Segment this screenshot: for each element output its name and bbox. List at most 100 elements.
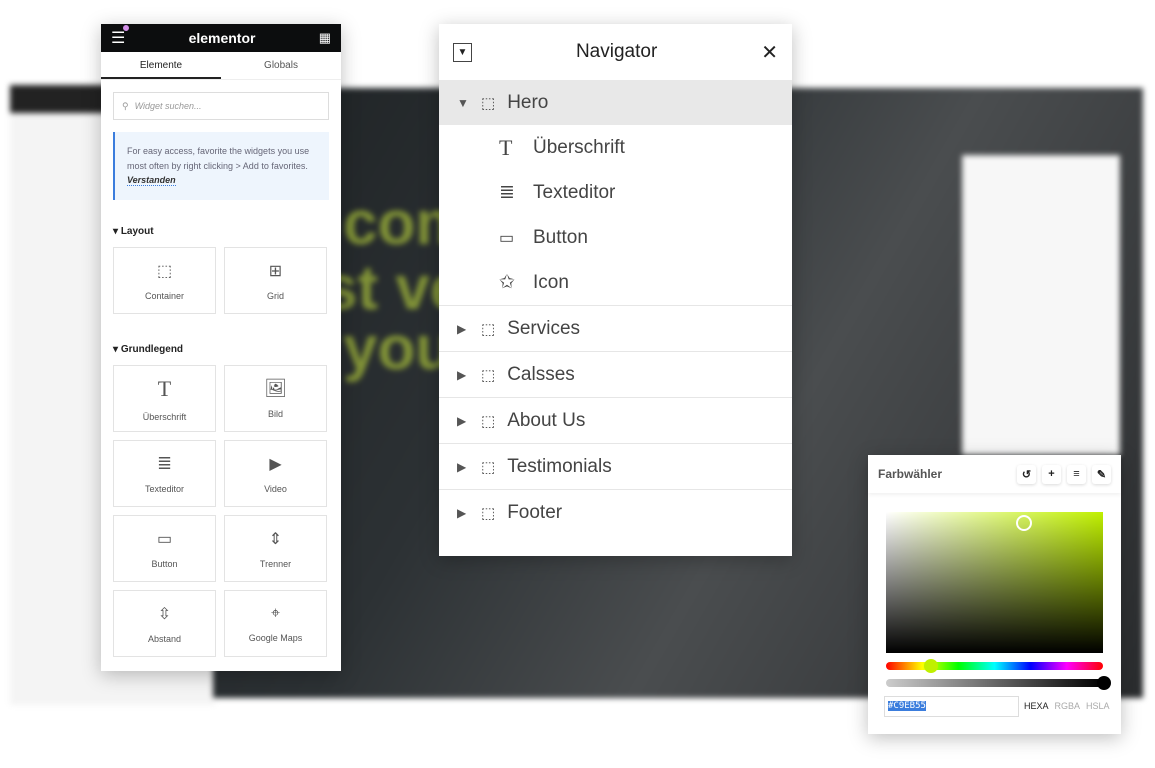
panel-header: ☰ elementor ▦: [101, 24, 341, 52]
widget-spacer[interactable]: ⇳ Abstand: [113, 590, 216, 657]
apps-grid-icon[interactable]: ▦: [319, 30, 331, 46]
hero-text: you: [343, 314, 454, 383]
reset-icon[interactable]: ↺: [1017, 465, 1036, 484]
caret-right-icon[interactable]: ▶: [457, 460, 469, 474]
nav-item-label: Überschrift: [533, 136, 625, 158]
widget-container[interactable]: ⬚ Container: [113, 247, 216, 314]
container-icon: ⬚: [481, 94, 496, 112]
container-icon: ⬚: [481, 320, 496, 338]
widget-label: Container: [144, 290, 185, 301]
widget-text-editor[interactable]: ≣ Texteditor: [113, 440, 216, 507]
widget-button[interactable]: ▭ Button: [113, 515, 216, 582]
section-layout[interactable]: ▾ Layout: [113, 226, 329, 237]
text-editor-icon: ≣: [499, 182, 515, 203]
tip-text: For easy access, favorite the widgets yo…: [127, 146, 310, 171]
divider-icon: ⇕: [268, 530, 283, 548]
notification-dot: [123, 25, 129, 31]
tab-elemente[interactable]: Elemente: [101, 52, 221, 79]
section-title: Layout: [120, 226, 154, 237]
widget-label: Grid: [266, 290, 284, 301]
hue-slider[interactable]: [886, 659, 1103, 673]
nav-item-hero[interactable]: ▼ ⬚ Hero: [439, 80, 792, 125]
widget-video[interactable]: ▶ Video: [224, 440, 327, 507]
container-icon: ⬚: [481, 505, 496, 522]
widget-label: Abstand: [147, 633, 182, 644]
grid-icon: ⊞: [268, 262, 283, 280]
section-grundlegend[interactable]: ▾ Grundlegend: [113, 344, 329, 355]
caret-right-icon[interactable]: ▶: [457, 506, 469, 520]
saturation-handle[interactable]: [1016, 515, 1032, 531]
caret-right-icon[interactable]: ▶: [457, 414, 469, 428]
widget-image[interactable]: 🖼 Bild: [224, 365, 327, 432]
hex-input[interactable]: #C9EB55: [884, 696, 1019, 717]
search-placeholder: Widget suchen...: [134, 101, 202, 111]
nav-item-heading[interactable]: T Überschrift: [439, 125, 792, 170]
widget-heading[interactable]: T Überschrift: [113, 365, 216, 432]
image-icon: 🖼: [264, 378, 287, 398]
caret-right-icon[interactable]: ▶: [457, 368, 469, 382]
elements-panel: ☰ elementor ▦ Elemente Globals ⚲ Widget …: [101, 24, 341, 671]
widget-google-maps[interactable]: ⌖ Google Maps: [224, 590, 327, 657]
widget-label: Video: [264, 483, 287, 494]
widget-label: Bild: [267, 409, 283, 419]
section-title: Grundlegend: [120, 344, 184, 355]
container-icon: ⬚: [156, 262, 173, 280]
widget-search-input[interactable]: ⚲ Widget suchen...: [113, 92, 329, 120]
dismiss-tip-link[interactable]: Verstanden: [127, 175, 176, 186]
mode-rgba[interactable]: RGBA: [1055, 701, 1081, 711]
navigator-panel: ▼ Navigator ✕ ▼ ⬚ Hero T Überschrift ≣ Tex…: [439, 24, 792, 556]
button-icon: ▭: [156, 530, 173, 548]
nav-item-icon[interactable]: ✩ Icon: [439, 260, 792, 306]
alpha-slider[interactable]: [886, 676, 1111, 690]
favorites-tip: For easy access, favorite the widgets yo…: [113, 132, 329, 200]
tab-globals[interactable]: Globals: [221, 52, 341, 79]
menu-icon[interactable]: ☰: [111, 28, 125, 48]
spacer-icon: ⇳: [157, 605, 172, 623]
nav-item-label: Calsses: [507, 363, 575, 385]
saturation-area[interactable]: [886, 512, 1103, 653]
add-icon[interactable]: +: [1042, 465, 1061, 484]
global-colors-icon[interactable]: ≡: [1067, 465, 1086, 484]
nav-item-label: Texteditor: [533, 181, 616, 203]
caret-right-icon[interactable]: ▶: [457, 322, 469, 336]
nav-item-section[interactable]: ▶ ⬚ Footer: [439, 490, 792, 536]
map-icon: ⌖: [270, 604, 280, 622]
nav-item-label: Hero: [507, 91, 549, 113]
nav-item-label: Services: [507, 317, 581, 339]
logo: elementor: [188, 30, 256, 46]
widget-label: Trenner: [259, 558, 292, 569]
hue-handle[interactable]: [924, 659, 938, 673]
nav-item-label: About Us: [507, 409, 586, 431]
eyedropper-icon[interactable]: ✎: [1092, 465, 1111, 484]
mode-hexa[interactable]: HEXA: [1024, 701, 1049, 711]
collapse-all-icon[interactable]: ▼: [453, 42, 472, 62]
navigator-title: Navigator: [575, 41, 658, 62]
search-icon: ⚲: [122, 100, 129, 111]
nav-item-section[interactable]: ▶ ⬚ About Us: [439, 398, 792, 444]
heading-icon: T: [499, 134, 513, 160]
hex-value: #C9EB55: [888, 701, 926, 711]
widget-label: Überschrift: [142, 411, 187, 422]
nav-item-label: Button: [533, 226, 588, 248]
nav-item-button[interactable]: ▭ Button: [439, 215, 792, 260]
container-icon: ⬚: [481, 412, 496, 430]
widget-divider[interactable]: ⇕ Trenner: [224, 515, 327, 582]
caret-down-icon[interactable]: ▼: [457, 96, 469, 110]
nav-item-text-editor[interactable]: ≣ Texteditor: [439, 170, 792, 215]
widget-label: Texteditor: [144, 484, 185, 494]
widget-label: Google Maps: [248, 632, 303, 643]
nav-item-section[interactable]: ▶ ⬚ Calsses: [439, 352, 792, 398]
close-icon[interactable]: ✕: [761, 40, 778, 65]
mode-hsla[interactable]: HSLA: [1086, 701, 1110, 711]
nav-item-section[interactable]: ▶ ⬚ Services: [439, 306, 792, 352]
star-icon: ✩: [499, 272, 515, 293]
color-picker-title: Farbwähler: [878, 467, 943, 481]
heading-icon: T: [157, 375, 172, 401]
widget-grid[interactable]: ⊞ Grid: [224, 247, 327, 314]
blurred-navigator: [962, 155, 1120, 455]
nav-item-section[interactable]: ▶ ⬚ Testimonials: [439, 444, 792, 490]
nav-item-label: Footer: [507, 502, 563, 523]
alpha-handle[interactable]: [1097, 676, 1111, 690]
color-picker: Farbwähler ↺ + ≡ ✎ #C9EB55 HEXA RGBA HSL…: [868, 455, 1121, 734]
nav-item-label: Icon: [533, 271, 569, 293]
